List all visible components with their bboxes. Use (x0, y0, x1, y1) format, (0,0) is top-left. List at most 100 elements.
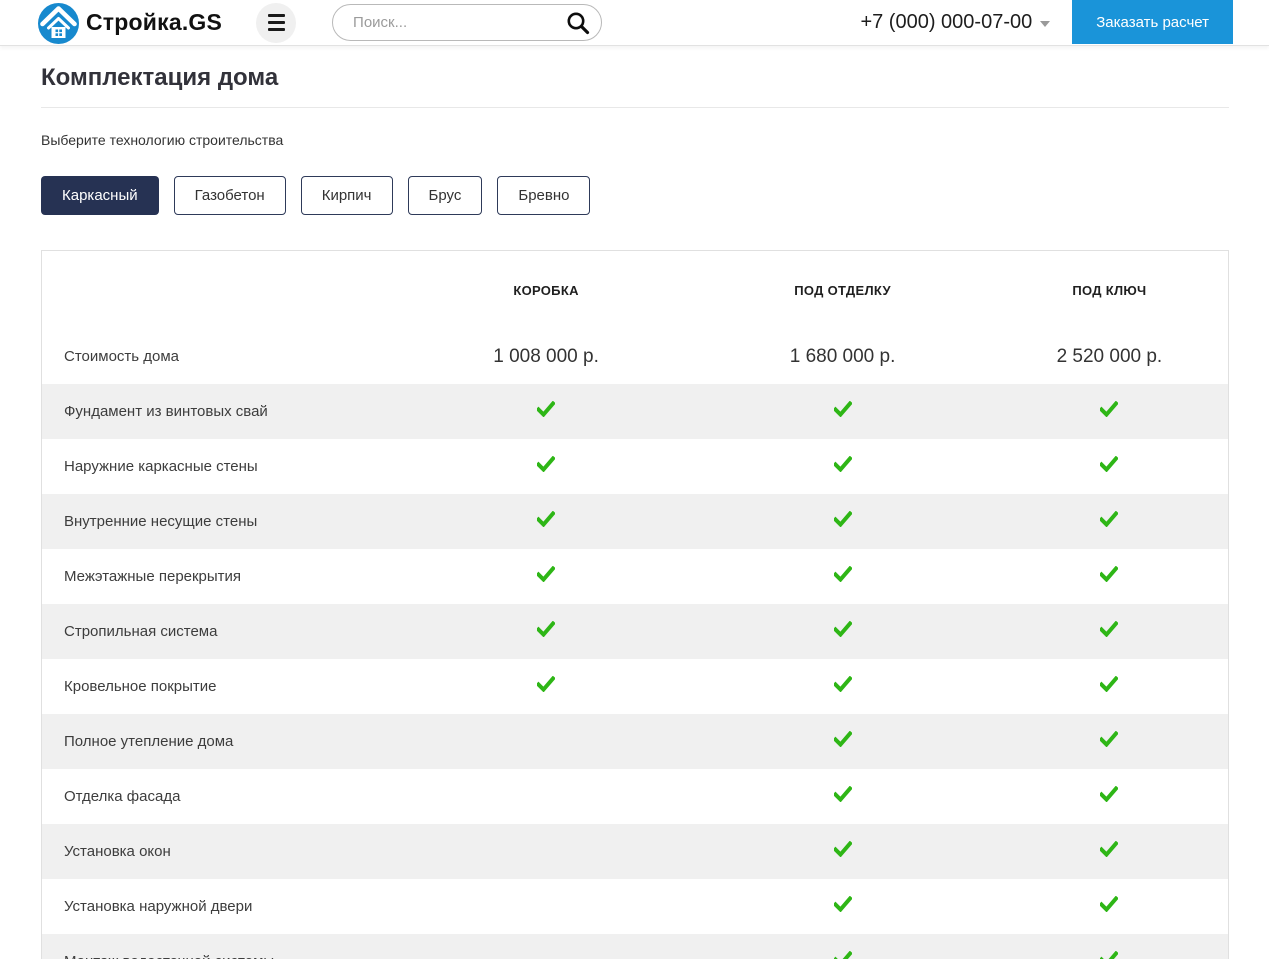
checkmark-icon (834, 896, 852, 912)
checkmark-icon (834, 401, 852, 417)
check-cell (398, 456, 695, 477)
checkmark-icon (1100, 456, 1118, 472)
check-cell (694, 401, 991, 422)
check-cell (991, 841, 1228, 862)
logo-house-icon (36, 0, 81, 45)
tab-button[interactable]: Каркасный (41, 176, 159, 215)
table-row: Полное утепление дома (42, 714, 1228, 769)
check-cell (398, 621, 695, 642)
column-header-pod-otdelku: ПОД ОТДЕЛКУ (694, 283, 991, 298)
checkmark-icon (1100, 731, 1118, 747)
feature-label: Стропильная система (42, 623, 398, 640)
feature-label: Полное утепление дома (42, 733, 398, 750)
feature-label: Кровельное покрытие (42, 678, 398, 695)
check-cell (991, 511, 1228, 532)
checkmark-icon (834, 511, 852, 527)
check-cell (694, 731, 991, 752)
checkmark-icon (834, 456, 852, 472)
check-cell (398, 401, 695, 422)
checkmark-icon (1100, 511, 1118, 527)
check-cell (694, 951, 991, 959)
checkmark-icon (1100, 896, 1118, 912)
technology-subtitle: Выберите технологию строительства (41, 132, 1229, 148)
checkmark-icon (834, 786, 852, 802)
tab-button[interactable]: Бревно (497, 176, 590, 215)
check-cell (991, 951, 1228, 959)
check-cell (991, 731, 1228, 752)
feature-rows: Фундамент из винтовых свай Наружние карка… (42, 384, 1228, 959)
checkmark-icon (834, 621, 852, 637)
check-cell (398, 511, 695, 532)
column-header-korobka: КОРОБКА (398, 283, 695, 298)
check-cell (991, 621, 1228, 642)
checkmark-icon (1100, 566, 1118, 582)
table-row: Наружние каркасные стены (42, 439, 1228, 494)
brand-logo[interactable]: Стройка.GS (36, 0, 222, 45)
table-row: Кровельное покрытие (42, 659, 1228, 714)
feature-label: Наружние каркасные стены (42, 458, 398, 475)
phone-dropdown[interactable]: +7 (000) 000-07-00 (860, 11, 1050, 34)
hamburger-icon (268, 14, 285, 17)
feature-label: Установка окон (42, 843, 398, 860)
top-bar: Стройка.GS +7 (000) 000-07-00 Заказать р… (0, 0, 1269, 46)
table-row: Межэтажные перекрытия (42, 549, 1228, 604)
checkmark-icon (537, 401, 555, 417)
table-row: Стропильная система (42, 604, 1228, 659)
price-row: Стоимость дома 1 008 000 р. 1 680 000 р.… (42, 329, 1228, 384)
price-value: 2 520 000 р. (991, 346, 1228, 368)
table-row: Установка окон (42, 824, 1228, 879)
check-cell (694, 566, 991, 587)
phone-number: +7 (000) 000-07-00 (860, 11, 1032, 34)
order-calculation-button[interactable]: Заказать расчет (1072, 0, 1233, 44)
check-cell (991, 566, 1228, 587)
check-cell (991, 676, 1228, 697)
check-cell (991, 896, 1228, 917)
brand-name: Стройка.GS (86, 9, 222, 36)
price-value: 1 680 000 р. (694, 346, 991, 368)
table-row: Установка наружной двери (42, 879, 1228, 934)
price-value: 1 008 000 р. (398, 346, 695, 368)
search-input[interactable] (332, 4, 602, 41)
checkmark-icon (834, 676, 852, 692)
check-cell (991, 456, 1228, 477)
tab-button[interactable]: Кирпич (301, 176, 393, 215)
tab-button[interactable]: Газобетон (174, 176, 286, 215)
checkmark-icon (834, 841, 852, 857)
feature-label: Монтаж водосточной системы (42, 953, 398, 959)
check-cell (694, 676, 991, 697)
check-cell (694, 786, 991, 807)
menu-button[interactable] (256, 3, 296, 43)
table-row: Отделка фасада (42, 769, 1228, 824)
checkmark-icon (1100, 951, 1118, 959)
check-cell (991, 786, 1228, 807)
table-row: Внутренние несущие стены (42, 494, 1228, 549)
check-cell (694, 511, 991, 532)
check-cell (694, 456, 991, 477)
price-row-label: Стоимость дома (42, 348, 398, 365)
tab-button[interactable]: Брус (408, 176, 483, 215)
check-cell (398, 676, 695, 697)
checkmark-icon (537, 566, 555, 582)
checkmark-icon (537, 456, 555, 472)
search-button[interactable] (564, 9, 592, 37)
topbar-right: +7 (000) 000-07-00 Заказать расчет (860, 0, 1269, 45)
feature-label: Внутренние несущие стены (42, 513, 398, 530)
checkmark-icon (1100, 841, 1118, 857)
column-header-pod-klyuch: ПОД КЛЮЧ (991, 283, 1228, 298)
main-content: Комплектация дома Выберите технологию ст… (0, 64, 1269, 959)
check-cell (694, 841, 991, 862)
table-row: Монтаж водосточной системы (42, 934, 1228, 959)
technology-tabs: Каркасный Газобетон Кирпич Брус Бревно (41, 176, 1229, 215)
checkmark-icon (834, 951, 852, 959)
checkmark-icon (537, 511, 555, 527)
feature-label: Фундамент из винтовых свай (42, 403, 398, 420)
check-cell (991, 401, 1228, 422)
feature-label: Установка наружной двери (42, 898, 398, 915)
search-icon (564, 25, 592, 40)
page-title: Комплектация дома (41, 64, 1229, 108)
check-cell (694, 896, 991, 917)
chevron-down-icon (1040, 21, 1050, 27)
checkmark-icon (834, 731, 852, 747)
table-row: Фундамент из винтовых свай (42, 384, 1228, 439)
checkmark-icon (537, 621, 555, 637)
